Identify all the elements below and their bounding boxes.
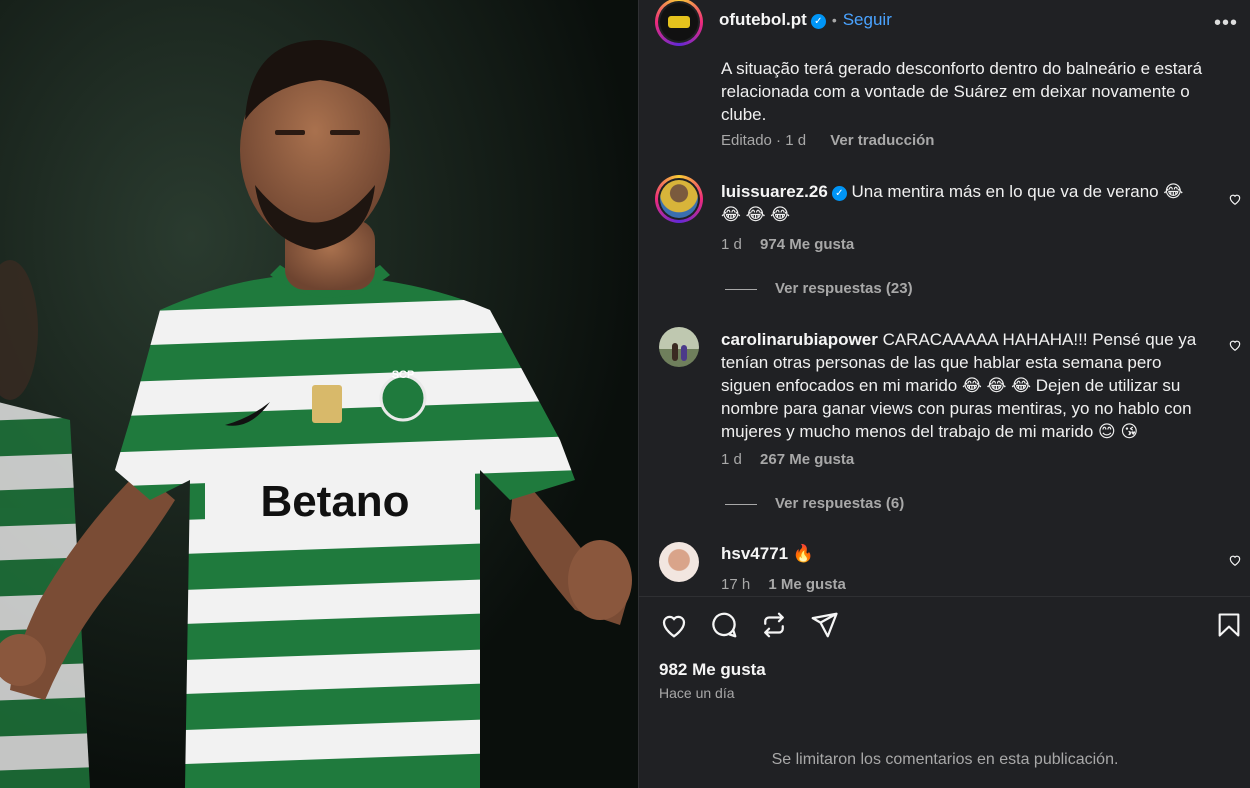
comment-text: 🔥 [792, 544, 815, 563]
comment-likes[interactable]: 974 Me gusta [760, 236, 854, 253]
follow-button[interactable]: Seguir [843, 10, 892, 29]
bookmark-icon[interactable] [1215, 610, 1243, 640]
comment-text: Una mentira más en lo que va de verano 😂 [851, 182, 1184, 201]
replies-line [725, 503, 757, 505]
caption-line: relacionada com a vontade de Suárez em d… [721, 82, 1190, 101]
comment-like-icon[interactable] [1228, 338, 1242, 352]
comment-avatar[interactable] [659, 542, 699, 582]
edited-sep: · [776, 132, 782, 149]
comment-text: CARACAAAAA HAHAHA!!! Pensé que ya [882, 330, 1197, 349]
comment-avatar[interactable] [655, 175, 703, 223]
view-replies-label: Ver respuestas (23) [775, 280, 913, 297]
comment-text: nombre para ganar views con puras mentir… [721, 399, 1192, 418]
view-replies-label: Ver respuestas (6) [775, 495, 905, 512]
comment-item: luissuarez.26 ✓ Una mentira más en lo que… [721, 180, 1201, 226]
post-caption: A situação terá gerado desconforto dentr… [721, 57, 1231, 126]
comment-icon[interactable] [709, 610, 739, 640]
caption-line: clube. [721, 105, 767, 124]
post-time: Hace un día [659, 685, 735, 701]
comment-text: tenían otras personas de las que hablar … [721, 353, 1162, 372]
comment-likes[interactable]: 1 Me gusta [768, 576, 846, 593]
share-icon[interactable] [809, 610, 839, 640]
comment-text: mujeres y mucho menos del trabajo de mi … [721, 422, 1139, 441]
comment-time: 17 h [721, 576, 751, 593]
edited-label: Editado [721, 132, 772, 149]
crest-text: SCP [392, 369, 415, 381]
brand-logo-icon [668, 16, 690, 28]
comment-like-icon[interactable] [1228, 192, 1242, 206]
view-replies-button[interactable]: Ver respuestas (6) [725, 495, 904, 512]
repost-icon[interactable] [759, 610, 789, 640]
comment-meta: 1 d 974 Me gusta [721, 236, 854, 253]
divider [639, 596, 1250, 597]
comment-avatar[interactable] [659, 327, 699, 367]
comment-meta: 17 h 1 Me gusta [721, 576, 846, 593]
post-details-panel: ofutebol.pt ✓ • Seguir ••• A situação terá … [638, 0, 1250, 788]
verified-icon: ✓ [831, 186, 847, 201]
replies-line [725, 288, 757, 290]
sponsor-logo: Betano [260, 477, 409, 526]
post-photo: SCP Betano [0, 0, 638, 788]
heart-icon[interactable] [659, 610, 689, 640]
translate-link[interactable]: Ver traducción [830, 132, 934, 149]
more-options-icon[interactable]: ••• [1214, 12, 1238, 35]
author-username[interactable]: ofutebol.pt [719, 10, 807, 29]
post-likes[interactable]: 982 Me gusta [659, 660, 766, 680]
comment-meta: 1 d 267 Me gusta [721, 451, 854, 468]
header-dot: • [831, 12, 837, 28]
comments-limited-notice: Se limitaron los comentarios en esta pub… [771, 751, 1119, 768]
comment-time: 1 d [721, 236, 742, 253]
comment-username[interactable]: luissuarez.26 [721, 182, 828, 201]
comment-text: 😂 😂 😂 [721, 205, 791, 224]
verified-icon: ✓ [810, 14, 826, 29]
post-header: ofutebol.pt ✓ • Seguir [719, 10, 892, 30]
caption-meta: Editado · 1 d Ver traducción [721, 132, 934, 149]
view-replies-button[interactable]: Ver respuestas (23) [725, 280, 913, 297]
comment-username[interactable]: hsv4771 [721, 544, 788, 563]
caption-line: A situação terá gerado desconforto dentr… [721, 59, 1203, 78]
comment-likes[interactable]: 267 Me gusta [760, 451, 854, 468]
edited-time: 1 d [785, 132, 807, 149]
comment-item: hsv4771 🔥 [721, 542, 1201, 565]
player-illustration: SCP Betano [0, 0, 638, 788]
comment-time: 1 d [721, 451, 742, 468]
author-avatar[interactable] [655, 0, 703, 46]
comment-username[interactable]: carolinarubiapower [721, 330, 878, 349]
comment-like-icon[interactable] [1228, 553, 1242, 567]
comment-item: carolinarubiapower CARACAAAAA HAHAHA!!! … [721, 328, 1211, 443]
comment-text: siguen enfocados en mi marido 😂 😂 😂 Deje… [721, 376, 1181, 395]
action-bar [639, 604, 1250, 644]
